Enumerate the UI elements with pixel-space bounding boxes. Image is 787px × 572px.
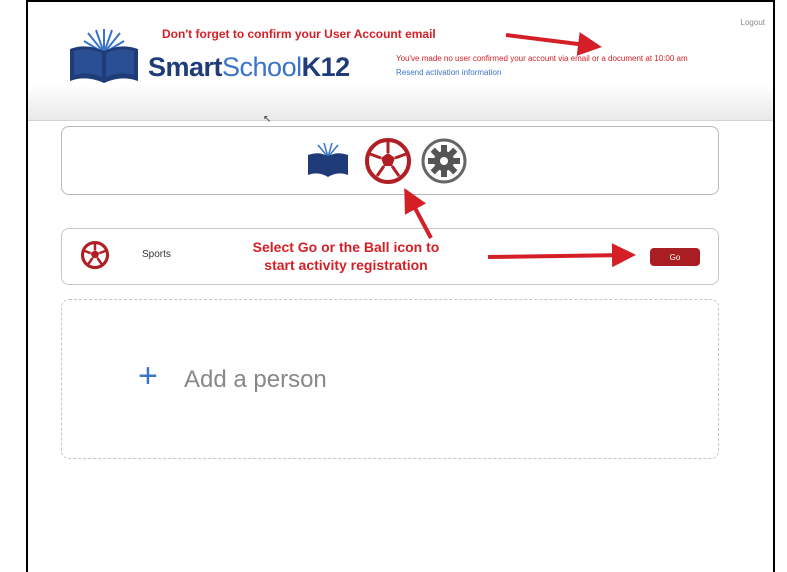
- resend-activation-link[interactable]: Resend activation information: [396, 68, 501, 77]
- app-frame: SmartSchoolK12 Logout Don't forget to co…: [26, 0, 775, 572]
- soccer-ball-icon[interactable]: [80, 240, 110, 270]
- book-logo-icon[interactable]: [64, 27, 144, 87]
- brand-logo-text[interactable]: SmartSchoolK12: [148, 52, 350, 83]
- header: SmartSchoolK12 Logout Don't forget to co…: [28, 2, 773, 121]
- plus-icon: +: [138, 357, 158, 395]
- gear-icon[interactable]: [420, 137, 468, 185]
- mouse-cursor-icon: ↖: [263, 114, 272, 125]
- soccer-ball-icon[interactable]: [364, 137, 412, 185]
- annotation-line-2: start activity registration: [264, 257, 428, 273]
- book-logo-icon[interactable]: [304, 137, 352, 185]
- annotation-email-reminder: Don't forget to confirm your User Accoun…: [162, 27, 436, 41]
- activity-label: Sports: [142, 249, 171, 260]
- add-person-label: Add a person: [184, 366, 327, 393]
- brand-part-smart: Smart: [148, 52, 223, 82]
- brand-part-k12: K12: [301, 52, 351, 82]
- annotation-line-1: Select Go or the Ball icon to: [252, 239, 440, 255]
- brand-part-school: School: [222, 52, 302, 82]
- logout-link[interactable]: Logout: [741, 18, 765, 27]
- go-button[interactable]: Go: [650, 248, 700, 266]
- account-notice: You've made no user confirmed your accou…: [396, 54, 688, 63]
- icon-bar: [61, 126, 719, 195]
- annotation-select-go: Select Go or the Ball icon to start acti…: [216, 238, 476, 274]
- add-person-card[interactable]: + Add a person: [61, 299, 719, 459]
